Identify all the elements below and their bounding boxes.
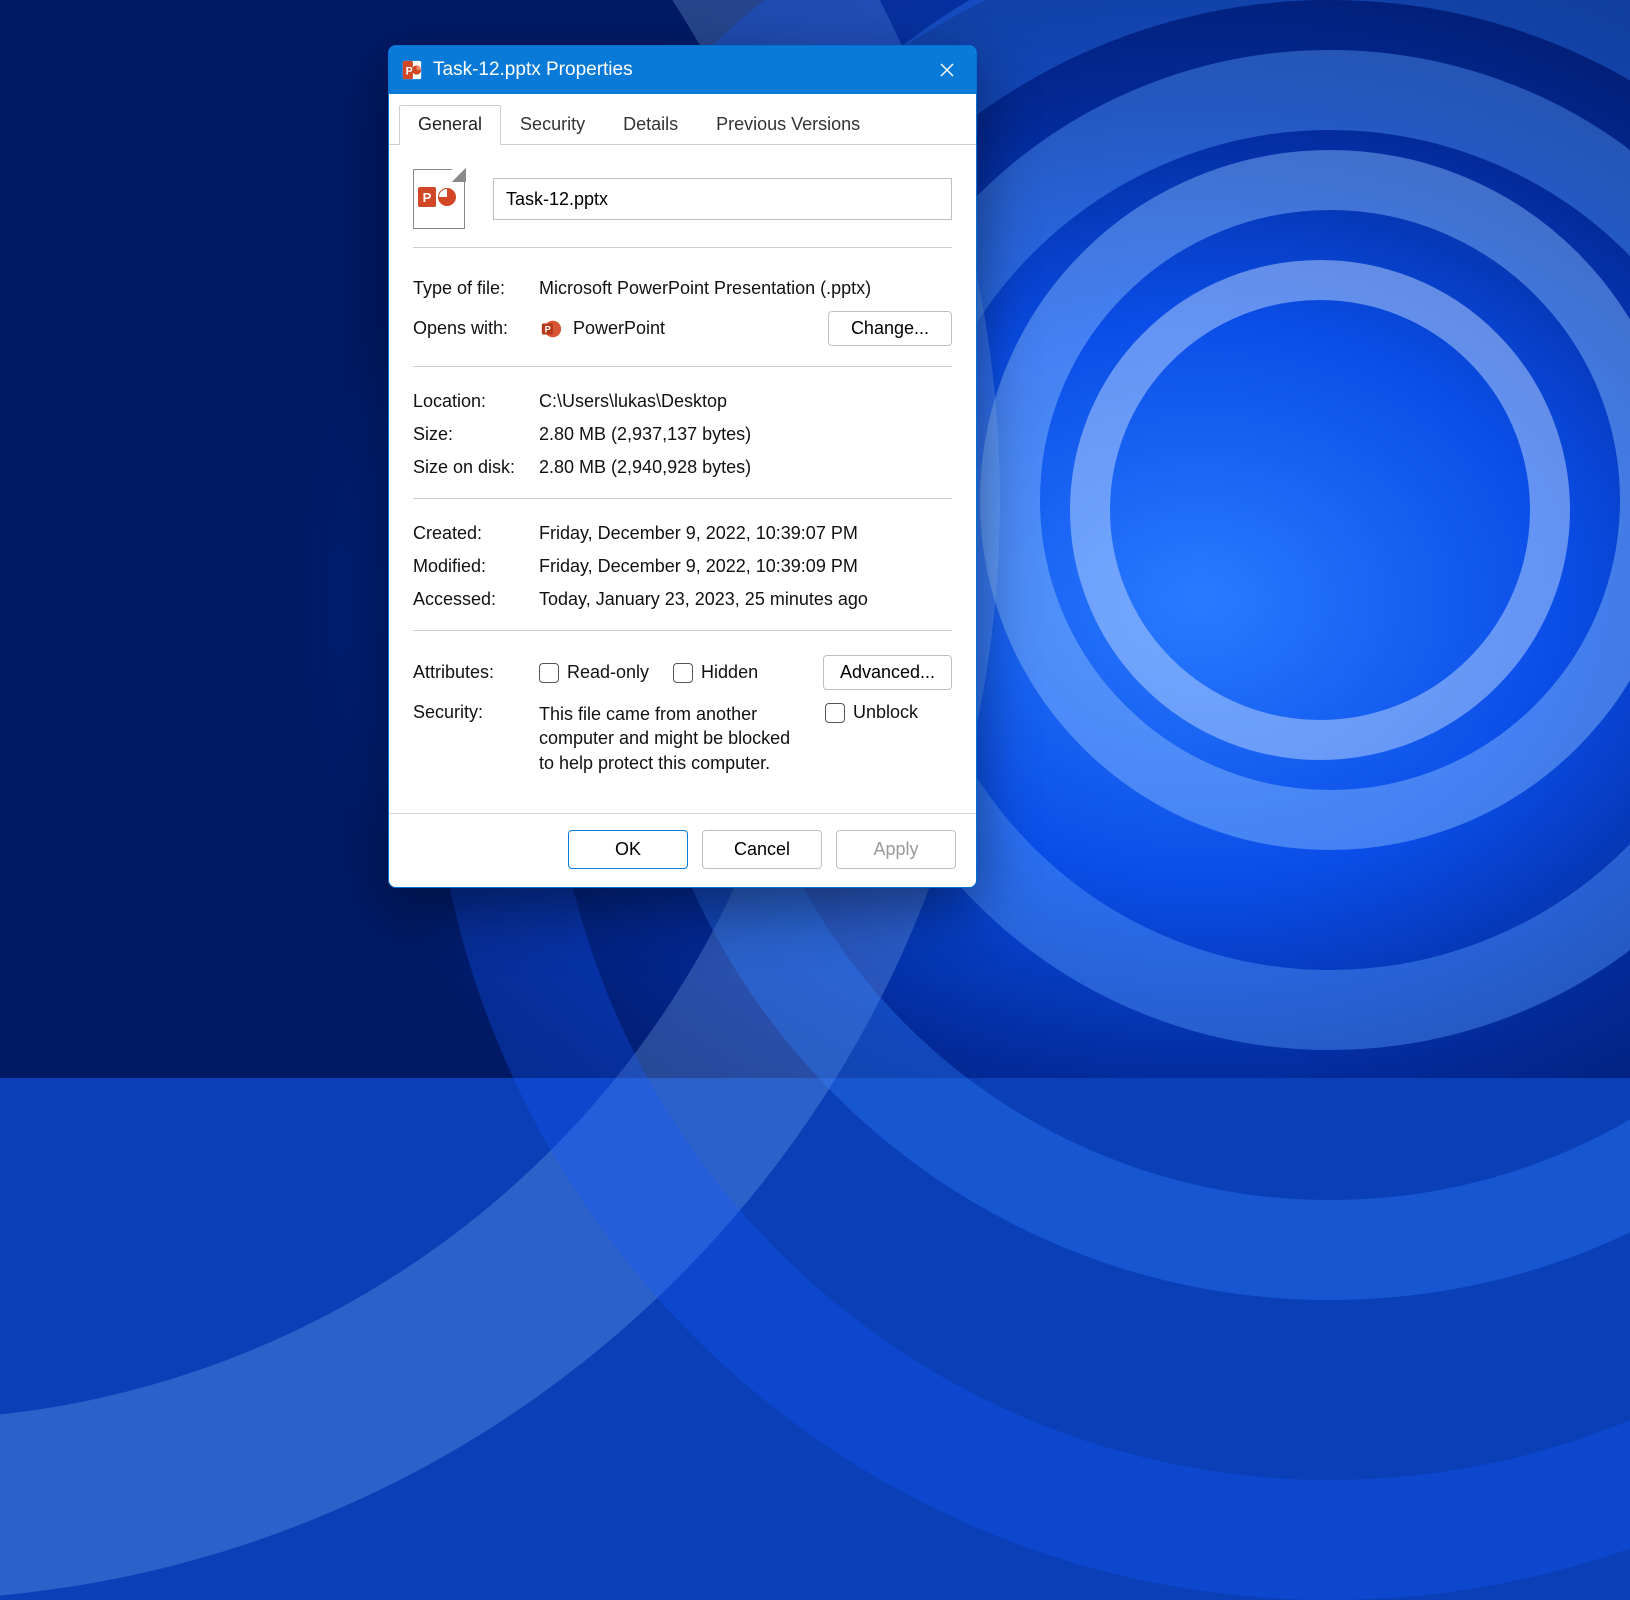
cancel-button[interactable]: Cancel <box>702 830 822 869</box>
value-size-on-disk: 2.80 MB (2,940,928 bytes) <box>539 457 952 478</box>
label-created: Created: <box>413 523 531 544</box>
value-location: C:\Users\lukas\Desktop <box>539 391 952 412</box>
value-type-of-file: Microsoft PowerPoint Presentation (.pptx… <box>539 278 952 299</box>
tab-general[interactable]: General <box>399 105 501 145</box>
file-type-icon: P <box>413 169 465 229</box>
tab-bar: General Security Details Previous Versio… <box>389 94 976 145</box>
checkbox-hidden-label: Hidden <box>701 662 758 683</box>
tab-security[interactable]: Security <box>501 105 604 145</box>
window-title: Task-12.pptx Properties <box>433 59 924 81</box>
tab-details[interactable]: Details <box>604 105 697 145</box>
svg-text:P: P <box>406 66 413 78</box>
apply-button[interactable]: Apply <box>836 830 956 869</box>
advanced-button[interactable]: Advanced... <box>823 655 952 690</box>
ok-button[interactable]: OK <box>568 830 688 869</box>
dialog-footer: OK Cancel Apply <box>389 813 976 887</box>
label-location: Location: <box>413 391 531 412</box>
label-accessed: Accessed: <box>413 589 531 610</box>
checkbox-read-only[interactable]: Read-only <box>539 662 649 683</box>
label-security: Security: <box>413 702 531 723</box>
checkbox-unblock-label: Unblock <box>853 702 918 723</box>
opens-with-app-name: PowerPoint <box>573 318 665 339</box>
label-size-on-disk: Size on disk: <box>413 457 531 478</box>
value-size: 2.80 MB (2,937,137 bytes) <box>539 424 952 445</box>
checkbox-read-only-label: Read-only <box>567 662 649 683</box>
label-modified: Modified: <box>413 556 531 577</box>
security-text: This file came from another computer and… <box>539 702 809 775</box>
label-size: Size: <box>413 424 531 445</box>
value-accessed: Today, January 23, 2023, 25 minutes ago <box>539 589 952 610</box>
tab-previous-versions[interactable]: Previous Versions <box>697 105 879 145</box>
value-created: Friday, December 9, 2022, 10:39:07 PM <box>539 523 952 544</box>
checkbox-unblock[interactable]: Unblock <box>825 702 918 723</box>
powerpoint-file-icon: P <box>401 59 423 81</box>
label-type-of-file: Type of file: <box>413 278 531 299</box>
properties-dialog: P Task-12.pptx Properties General Securi… <box>388 45 977 888</box>
change-button[interactable]: Change... <box>828 311 952 346</box>
tab-content-general: P Type of file: Microsoft PowerPoint Pre… <box>389 145 976 813</box>
value-modified: Friday, December 9, 2022, 10:39:09 PM <box>539 556 952 577</box>
close-button[interactable] <box>924 49 970 91</box>
filename-input[interactable] <box>493 178 952 220</box>
close-icon <box>940 63 954 77</box>
powerpoint-icon: P <box>539 317 563 341</box>
opens-with-app: P PowerPoint <box>539 317 665 341</box>
titlebar[interactable]: P Task-12.pptx Properties <box>389 46 976 94</box>
checkbox-hidden[interactable]: Hidden <box>673 662 758 683</box>
svg-text:P: P <box>545 324 551 334</box>
label-attributes: Attributes: <box>413 662 531 683</box>
label-opens-with: Opens with: <box>413 318 531 339</box>
